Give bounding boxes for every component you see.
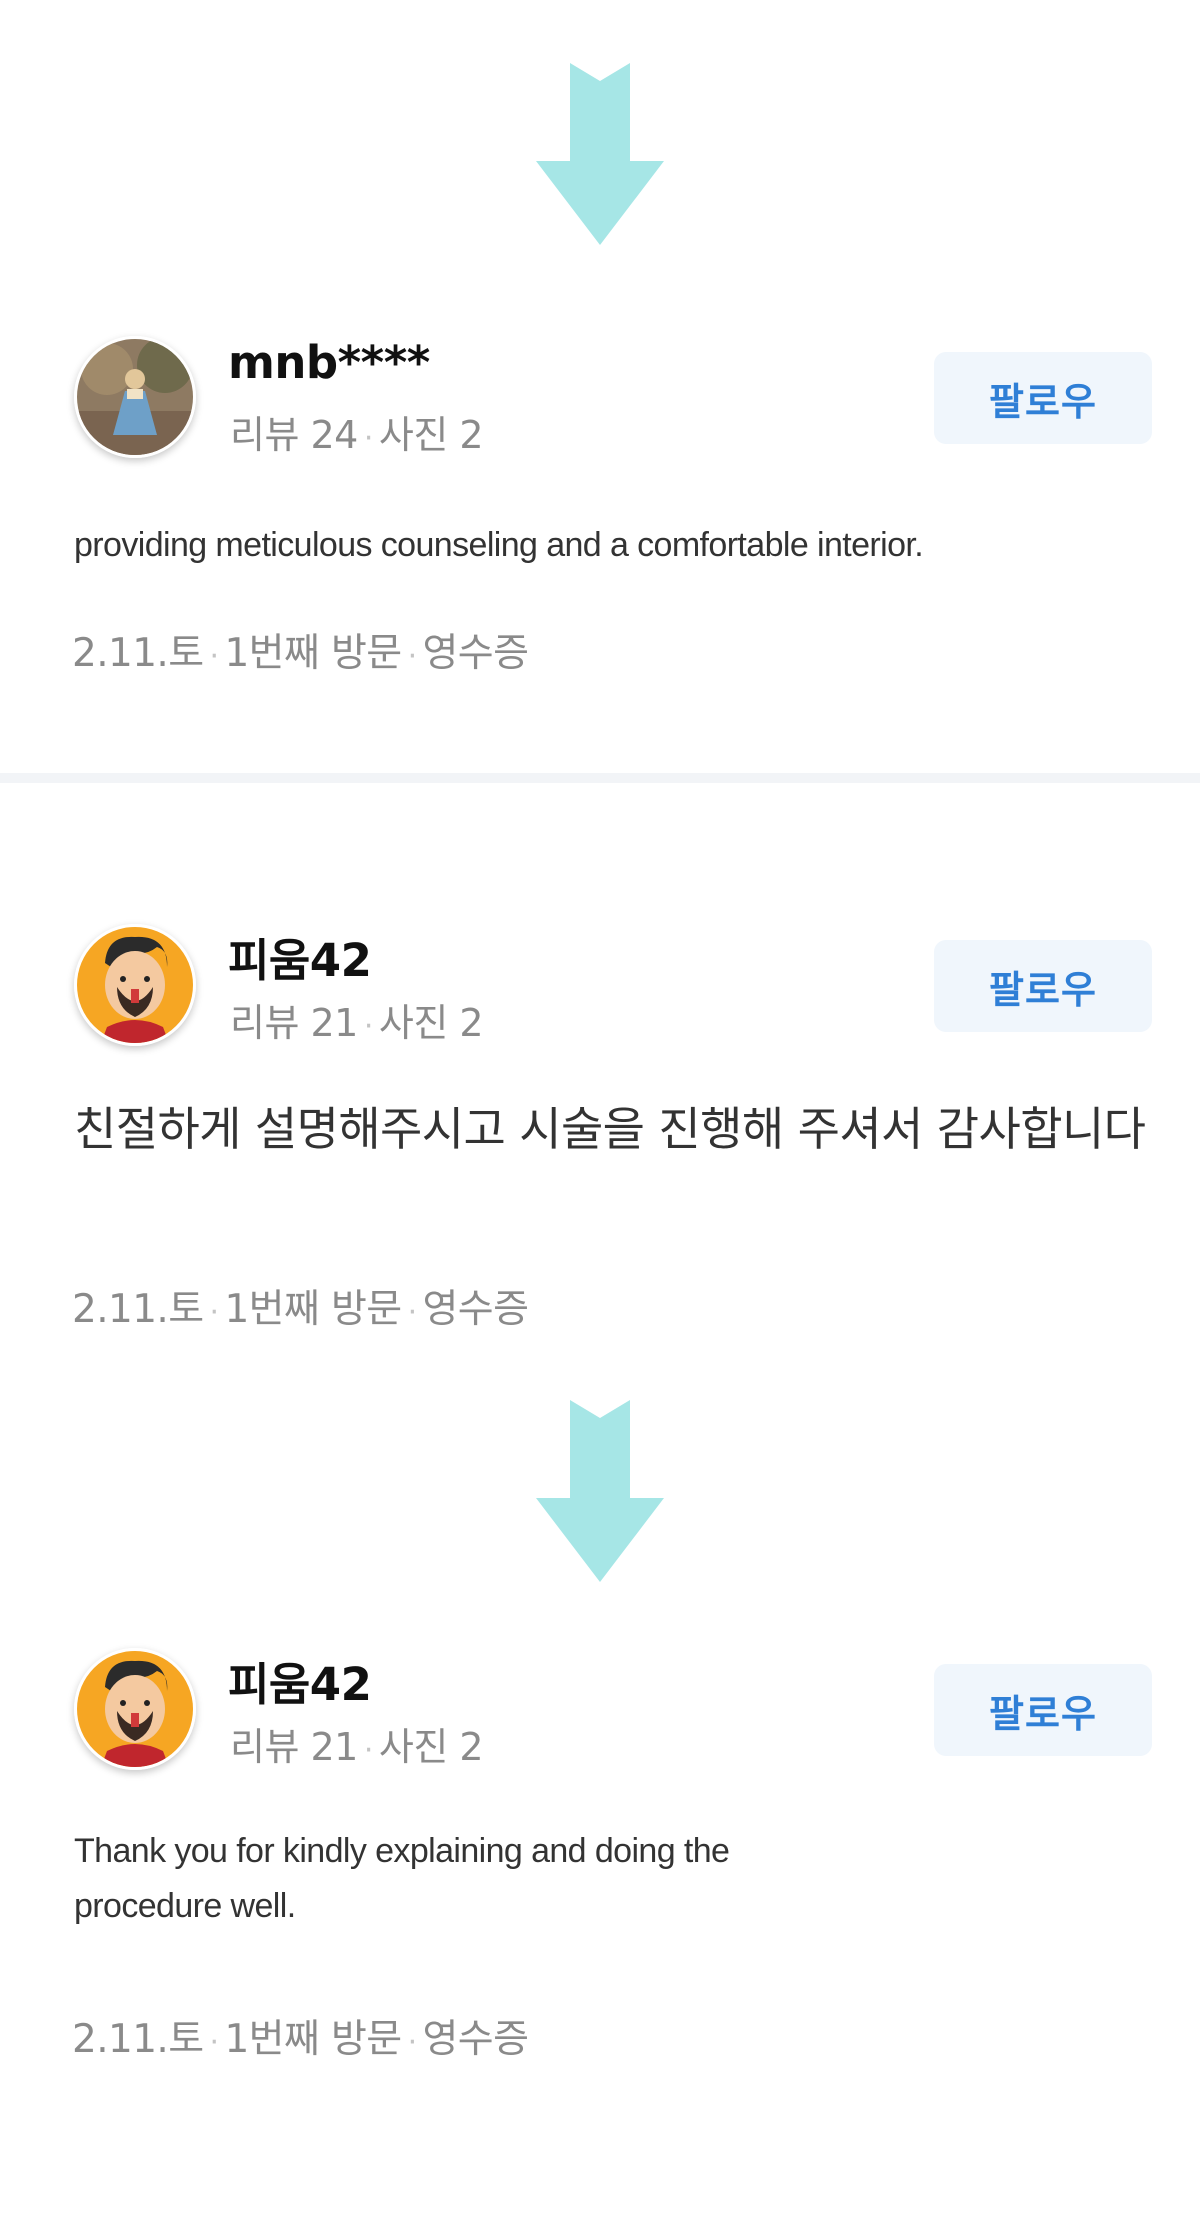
photo-count: 사진 2 bbox=[378, 1725, 484, 1769]
review-text: 친절하게 설명해주시고 시술을 진행해 주셔서 감사합니다 bbox=[74, 1102, 1146, 1156]
visit-count: 1번째 방문 bbox=[224, 1287, 402, 1332]
separator: · bbox=[209, 1295, 220, 1330]
down-arrow-icon bbox=[536, 63, 664, 245]
separator: · bbox=[363, 421, 374, 456]
separator: · bbox=[209, 639, 220, 674]
user-avatar-photo-icon bbox=[77, 339, 193, 455]
review-count: 리뷰 21 bbox=[230, 1725, 358, 1769]
visit-info: 2.11.토 · 1번째 방문 · 영수증 bbox=[72, 2008, 529, 2064]
separator: · bbox=[209, 2025, 220, 2060]
receipt-label: 영수증 bbox=[422, 2017, 529, 2062]
separator: · bbox=[407, 639, 418, 674]
visit-date: 2.11.토 bbox=[72, 2017, 204, 2062]
cartoon-avatar-icon bbox=[77, 927, 193, 1043]
visit-date: 2.11.토 bbox=[72, 1287, 204, 1332]
reviewer-profile[interactable]: 피움42 리뷰 21 · 사진 2 bbox=[74, 1642, 674, 1774]
separator: · bbox=[363, 1009, 374, 1044]
reviewer-stats: 리뷰 24 · 사진 2 bbox=[230, 404, 484, 459]
receipt-label: 영수증 bbox=[422, 1287, 529, 1332]
visit-info: 2.11.토 · 1번째 방문 · 영수증 bbox=[72, 622, 529, 678]
reviewer-nickname[interactable]: 피움42 bbox=[228, 924, 372, 989]
review-text: providing meticulous counseling and a co… bbox=[74, 526, 924, 564]
photo-count: 사진 2 bbox=[378, 413, 484, 457]
reviewer-stats: 리뷰 21 · 사진 2 bbox=[230, 992, 484, 1047]
visit-date: 2.11.토 bbox=[72, 631, 204, 676]
visit-count: 1번째 방문 bbox=[224, 631, 402, 676]
cartoon-avatar-icon bbox=[77, 1651, 193, 1767]
reviewer-nickname[interactable]: mnb**** bbox=[228, 336, 430, 389]
reviewer-profile[interactable]: mnb**** 리뷰 24 · 사진 2 bbox=[74, 330, 674, 462]
separator: · bbox=[407, 2025, 418, 2060]
review-text: Thank you for kindly explaining and doin… bbox=[74, 1832, 730, 1925]
avatar[interactable] bbox=[74, 1648, 196, 1770]
follow-button[interactable]: 팔로우 bbox=[934, 352, 1152, 444]
separator: · bbox=[407, 1295, 418, 1330]
section-divider bbox=[0, 773, 1200, 783]
visit-info: 2.11.토 · 1번째 방문 · 영수증 bbox=[72, 1278, 529, 1334]
reviewer-nickname[interactable]: 피움42 bbox=[228, 1648, 372, 1713]
review-count: 리뷰 21 bbox=[230, 1001, 358, 1045]
visit-count: 1번째 방문 bbox=[224, 2017, 402, 2062]
follow-button[interactable]: 팔로우 bbox=[934, 940, 1152, 1032]
avatar[interactable] bbox=[74, 336, 196, 458]
avatar[interactable] bbox=[74, 924, 196, 1046]
review-count: 리뷰 24 bbox=[230, 413, 358, 457]
reviewer-stats: 리뷰 21 · 사진 2 bbox=[230, 1716, 484, 1771]
receipt-label: 영수증 bbox=[422, 631, 529, 676]
reviewer-profile[interactable]: 피움42 리뷰 21 · 사진 2 bbox=[74, 918, 674, 1050]
down-arrow-icon bbox=[536, 1400, 664, 1582]
photo-count: 사진 2 bbox=[378, 1001, 484, 1045]
follow-button[interactable]: 팔로우 bbox=[934, 1664, 1152, 1756]
separator: · bbox=[363, 1733, 374, 1768]
